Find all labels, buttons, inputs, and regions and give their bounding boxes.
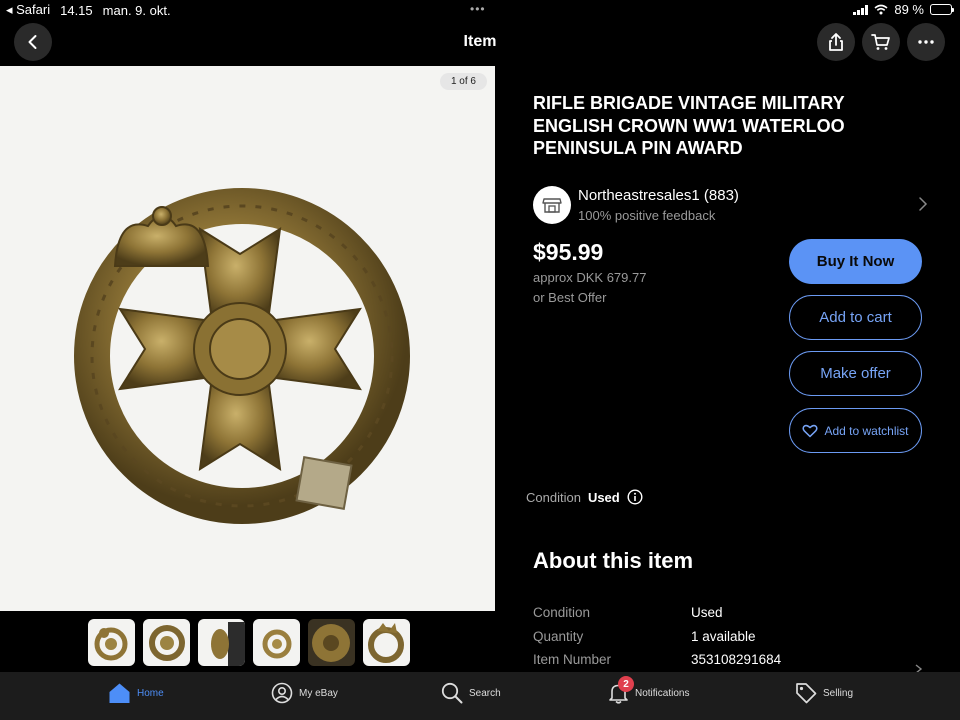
image-counter: 1 of 6: [439, 73, 487, 90]
spec-value: 1 available: [691, 629, 756, 644]
price: $95.99: [533, 239, 604, 265]
top-navigation-bar: Item: [0, 22, 960, 66]
share-icon: [829, 33, 843, 51]
thumbnail-1[interactable]: [88, 619, 135, 666]
chevron-right-icon: [919, 197, 928, 211]
user-icon: [271, 682, 293, 704]
thumbnail-strip: [88, 619, 410, 666]
thumbnail-4[interactable]: [253, 619, 300, 666]
add-to-watchlist-label: Add to watchlist: [824, 423, 909, 438]
battery-percent: 89 %: [894, 2, 924, 17]
approx-price: approx DKK 679.77: [533, 270, 647, 285]
tab-label: Search: [469, 687, 501, 699]
status-time: 14.15: [60, 2, 93, 18]
heart-icon: [802, 424, 819, 437]
thumbnail-3[interactable]: [198, 619, 245, 666]
add-to-cart-label: Add to cart: [819, 309, 892, 326]
tab-search[interactable]: Search: [441, 682, 501, 704]
bottom-tab-bar: Home My eBay Search 2 Notifications Sell…: [0, 672, 960, 720]
item-title: RIFLE BRIGADE VINTAGE MILITARY ENGLISH C…: [533, 93, 845, 158]
spec-value: Used: [691, 605, 723, 620]
battery-icon: [930, 4, 954, 15]
more-icon: [918, 40, 934, 44]
thumbnail-5[interactable]: [308, 619, 355, 666]
seller-name: Northeastresales1 (883): [578, 187, 739, 204]
tab-label: Notifications: [635, 687, 690, 699]
signal-icon: [853, 4, 869, 15]
tab-label: Selling: [823, 687, 854, 699]
item-image-gallery[interactable]: 1 of 6: [0, 66, 495, 611]
status-date: man. 9. okt.: [102, 2, 171, 18]
make-offer-button[interactable]: Make offer: [789, 351, 922, 396]
thumbnail-6[interactable]: [363, 619, 410, 666]
make-offer-label: Make offer: [820, 365, 891, 382]
info-icon[interactable]: [627, 489, 643, 505]
badge-photo: [0, 66, 495, 611]
back-to-app-label[interactable]: ◂ Safari: [6, 2, 50, 18]
spec-label: Quantity: [533, 629, 584, 644]
home-icon: [109, 683, 130, 703]
thumbnail-2[interactable]: [143, 619, 190, 666]
spec-label: Item Number: [533, 652, 612, 667]
tag-icon: [796, 683, 817, 704]
tab-my-ebay[interactable]: My eBay: [271, 682, 338, 704]
wifi-icon: [874, 4, 888, 15]
condition-label: Condition: [526, 489, 581, 505]
more-options-button[interactable]: [907, 23, 945, 61]
tab-label: Home: [137, 687, 164, 699]
status-bar: ◂ Safari 14.15 man. 9. okt. ••• 89 %: [0, 0, 960, 20]
about-heading: About this item: [533, 548, 694, 573]
multitask-dots-icon[interactable]: •••: [470, 2, 486, 16]
tab-label: My eBay: [299, 687, 338, 699]
cart-button[interactable]: [862, 23, 900, 61]
notification-badge: 2: [618, 676, 634, 692]
best-offer-label: or Best Offer: [533, 290, 607, 305]
search-icon: [441, 682, 463, 704]
page-title: Item: [463, 33, 497, 50]
condition-value: Used: [587, 489, 620, 505]
spec-label: Condition: [533, 605, 591, 620]
add-to-watchlist-button[interactable]: Add to watchlist: [789, 408, 922, 453]
share-button[interactable]: [817, 23, 855, 61]
cart-icon: [871, 34, 890, 50]
seller-info-row[interactable]: Northeastresales1 (883) 100% positive fe…: [533, 186, 928, 226]
buy-it-now-label: Buy It Now: [816, 253, 895, 270]
store-icon: [533, 186, 571, 224]
buy-it-now-button[interactable]: Buy It Now: [789, 239, 922, 284]
tab-home[interactable]: Home: [108, 682, 164, 704]
tab-selling[interactable]: Selling: [795, 682, 853, 704]
tab-notifications[interactable]: 2 Notifications: [608, 676, 690, 704]
seller-feedback: 100% positive feedback: [578, 208, 716, 223]
condition-summary: Condition Used: [526, 489, 643, 505]
add-to-cart-button[interactable]: Add to cart: [789, 295, 922, 340]
spec-value: 353108291684: [691, 652, 782, 667]
